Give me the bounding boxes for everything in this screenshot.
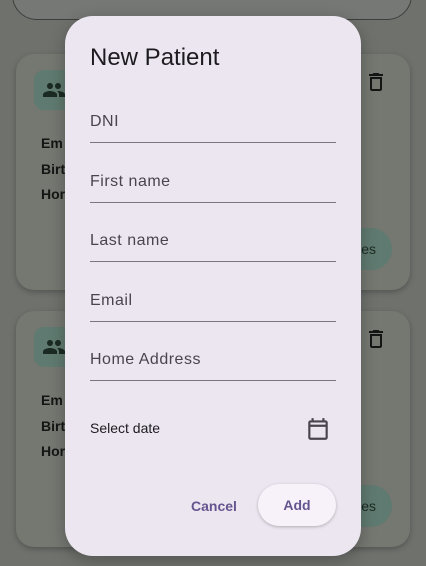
email-field [90,280,336,322]
select-date-label: Select date [90,420,161,436]
dni-input[interactable] [90,101,336,142]
new-patient-dialog: New Patient Select date Cancel Add [65,16,361,556]
home-address-field [90,339,336,381]
card-email-label: Em [41,392,63,408]
first-name-input[interactable] [90,161,336,202]
card-address-label: Hor [41,443,66,459]
last-name-input[interactable] [90,220,336,261]
first-name-field [90,161,336,203]
card-birthdate-label: Birt [41,161,66,177]
add-button[interactable]: Add [258,484,336,526]
email-input[interactable] [90,280,336,321]
trash-icon [364,327,388,356]
card-birthdate-label: Birt [41,418,66,434]
calendar-icon[interactable] [300,411,336,447]
card-address-label: Hor [41,186,66,202]
trash-icon [364,70,388,99]
dni-field [90,101,336,143]
home-address-input[interactable] [90,339,336,380]
cancel-button[interactable]: Cancel [177,486,251,526]
card-email-label: Em [41,135,63,151]
last-name-field [90,220,336,262]
date-picker-row: Select date [90,411,336,447]
dialog-title: New Patient [90,44,220,71]
